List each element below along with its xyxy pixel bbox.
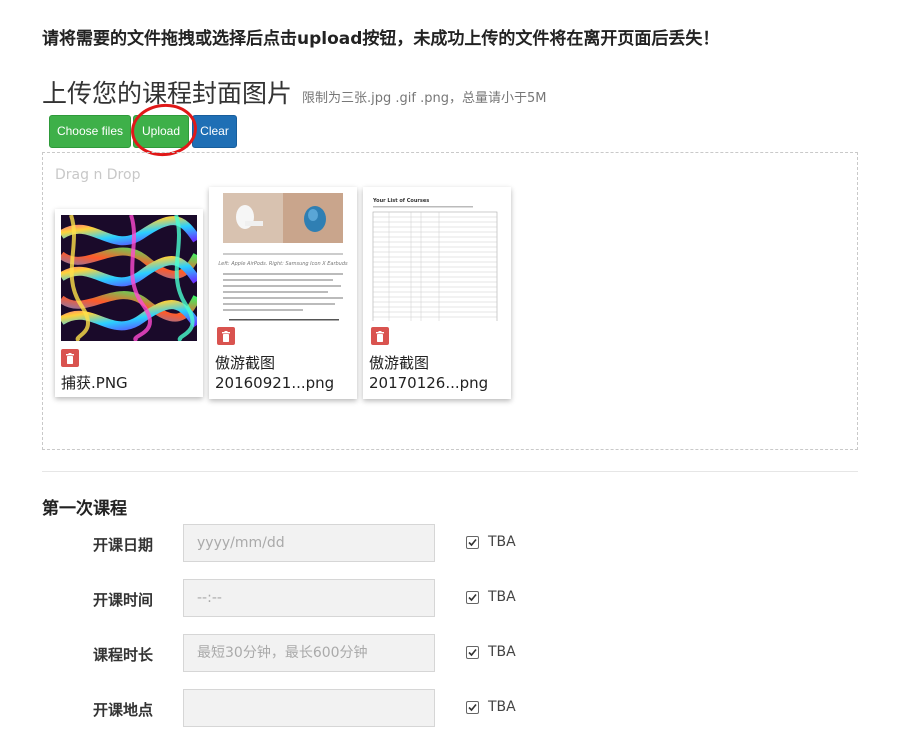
file-card-3: Your List of Courses 傲游截图 20170126...png [363, 187, 511, 399]
delete-file-button[interactable] [371, 327, 389, 345]
start-date-label: 开课日期 [93, 536, 154, 554]
drop-zone-label: Drag n Drop [55, 167, 141, 183]
section-divider [42, 471, 858, 472]
duration-tba[interactable]: TBA [466, 644, 516, 660]
file-card-1: 捕获.PNG [55, 209, 203, 397]
tba-checkbox[interactable] [466, 700, 479, 714]
duration-input[interactable]: 最短30分钟，最长600分钟 [183, 634, 435, 672]
start-time-label: 开课时间 [93, 591, 154, 609]
check-icon [468, 538, 477, 546]
duration-label: 课程时长 [93, 646, 154, 664]
upload-section-title: 上传您的课程封面图片 限制为三张.jpg .gif .png，总量请小于5M [42, 74, 546, 110]
article-preview-icon: Left: Apple AirPods. Right: Samsung Icon… [218, 193, 348, 321]
upload-notice: 请将需要的文件拖拽或选择后点击upload按钮，未成功上传的文件将在离开页面后丢… [42, 29, 720, 49]
tba-checkbox[interactable] [466, 590, 479, 604]
trash-icon [376, 330, 384, 342]
choose-files-button[interactable]: Choose files [49, 115, 131, 148]
location-input[interactable] [183, 689, 435, 727]
file-thumbnail: Your List of Courses [369, 193, 505, 323]
doc-title: Your List of Courses [372, 198, 429, 204]
file-name: 傲游截图 [215, 354, 276, 372]
course-section-title: 第一次课程 [42, 499, 127, 519]
start-date-input[interactable]: yyyy/mm/dd [183, 524, 435, 562]
trash-icon [66, 352, 74, 364]
preview-caption: Left: Apple AirPods. Right: Samsung Icon… [218, 261, 348, 267]
upload-button[interactable]: Upload [133, 115, 189, 148]
drop-zone[interactable]: Drag n Drop 捕获.PNG Left: Apple AirPods. … [42, 152, 858, 450]
delete-file-button[interactable] [217, 327, 235, 345]
upload-hint: 限制为三张.jpg .gif .png，总量请小于5M [302, 91, 547, 106]
file-name: 傲游截图 [369, 354, 430, 372]
check-icon [468, 593, 477, 601]
location-label: 开课地点 [93, 701, 154, 719]
file-thumbnail [58, 214, 201, 343]
psychedelic-image-icon [58, 214, 201, 343]
file-card-2: Left: Apple AirPods. Right: Samsung Icon… [209, 187, 357, 399]
upload-title: 上传您的课程封面图片 [42, 79, 293, 108]
trash-icon [222, 330, 230, 342]
tba-label: TBA [488, 644, 516, 660]
file-thumbnail: Left: Apple AirPods. Right: Samsung Icon… [215, 193, 351, 321]
tba-label: TBA [488, 534, 516, 550]
start-date-tba[interactable]: TBA [466, 534, 516, 550]
file-name-suffix: 20170126...png [369, 374, 489, 392]
tba-label: TBA [488, 589, 516, 605]
file-name: 捕获.PNG [61, 374, 128, 392]
tba-label: TBA [488, 699, 516, 715]
document-table-icon: Your List of Courses [372, 198, 498, 323]
start-time-tba[interactable]: TBA [466, 589, 516, 605]
delete-file-button[interactable] [61, 349, 79, 367]
check-icon [468, 648, 477, 656]
tba-checkbox[interactable] [466, 645, 479, 659]
tba-checkbox[interactable] [466, 535, 479, 549]
location-tba[interactable]: TBA [466, 699, 516, 715]
start-time-input[interactable]: --:-- [183, 579, 435, 617]
clear-button[interactable]: Clear [192, 115, 237, 148]
check-icon [468, 703, 477, 711]
file-name-suffix: 20160921...png [215, 374, 335, 392]
